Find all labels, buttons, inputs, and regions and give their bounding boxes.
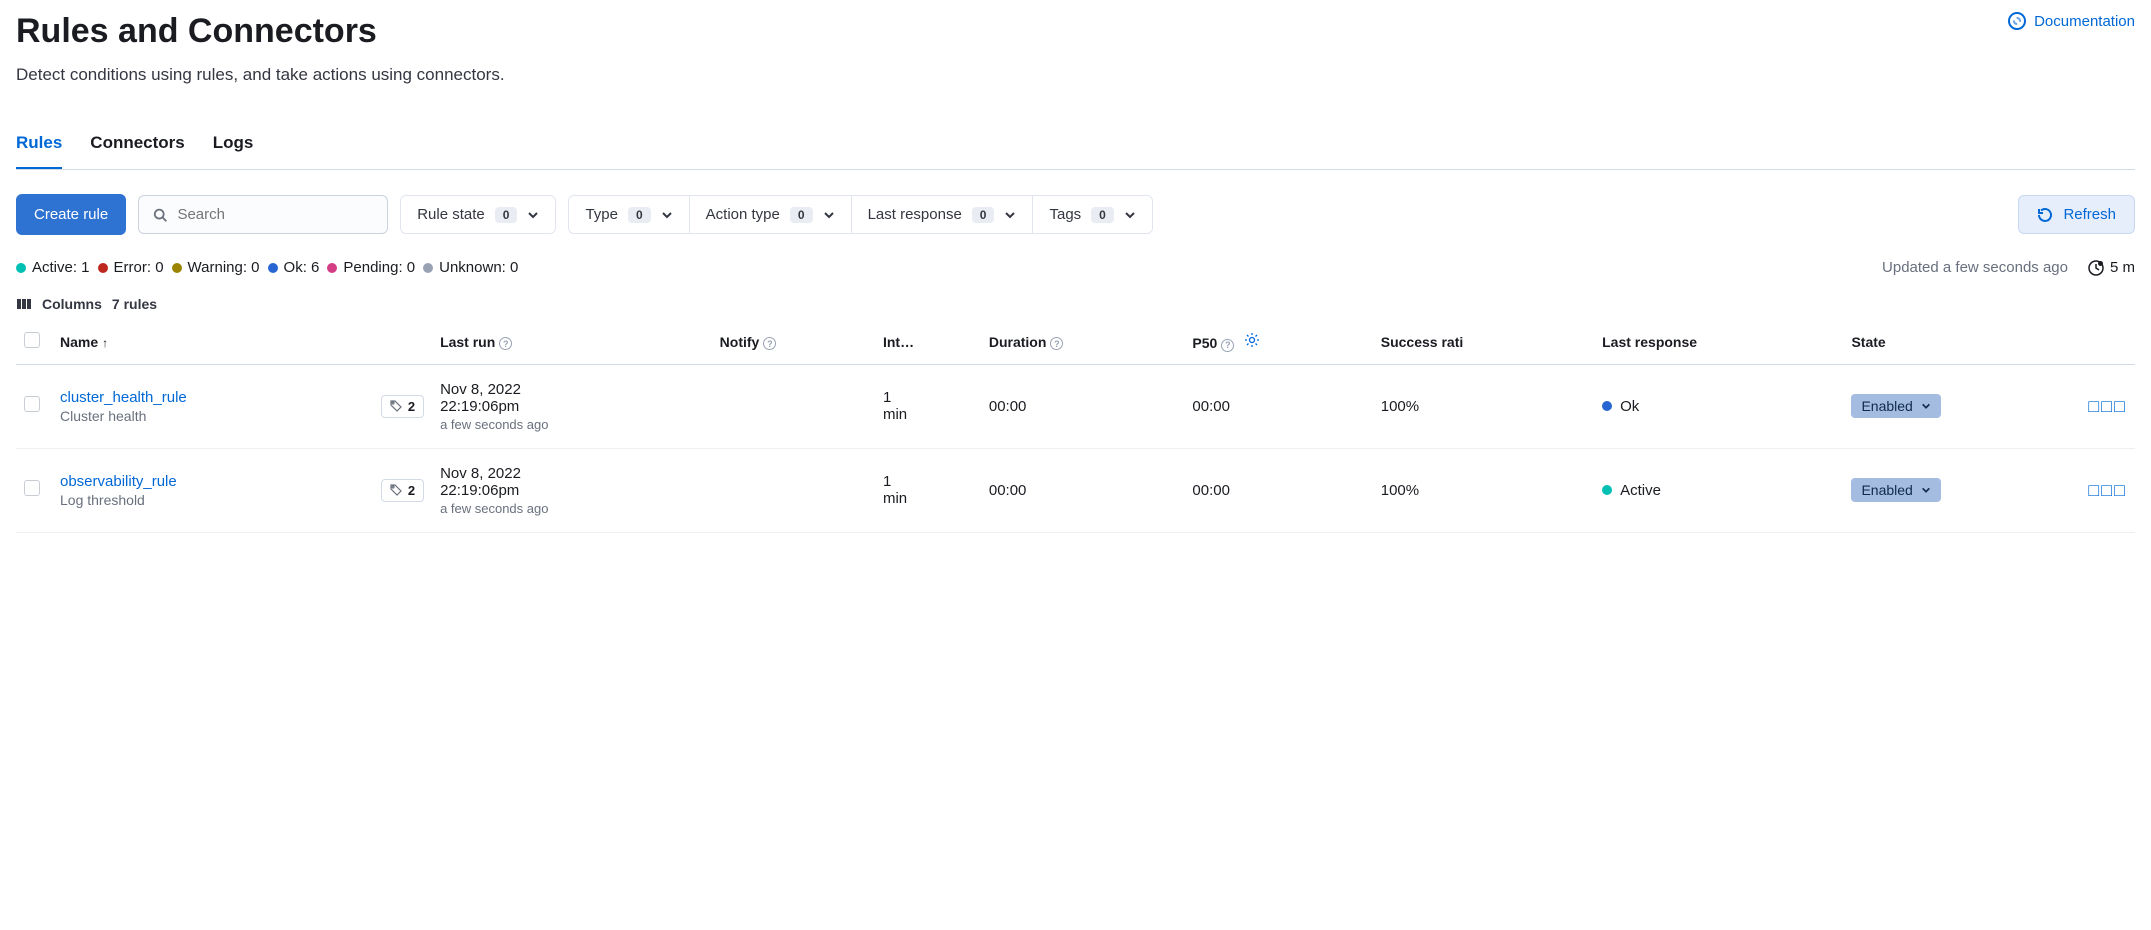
cell-duration: 00:00 xyxy=(981,364,1185,448)
row-actions-button[interactable]: □□□ xyxy=(2088,396,2127,416)
chevron-down-icon xyxy=(1921,485,1931,495)
status-active: Active: 1 xyxy=(16,259,90,276)
info-icon: ? xyxy=(499,337,512,350)
columns-button[interactable]: Columns xyxy=(42,296,102,312)
last-run-time: 22:19:06pm xyxy=(440,398,704,415)
row-actions-button[interactable]: □□□ xyxy=(2088,480,2127,500)
chevron-down-icon xyxy=(1921,401,1931,411)
col-notify[interactable]: Notify? xyxy=(712,320,875,364)
cell-success-ratio: 100% xyxy=(1373,448,1594,532)
toolbar: Create rule Rule state0 Type0Action type… xyxy=(16,194,2135,235)
cell-duration: 00:00 xyxy=(981,448,1185,532)
row-checkbox[interactable] xyxy=(24,396,40,412)
filter-action-type[interactable]: Action type0 xyxy=(690,196,852,233)
last-run-relative: a few seconds ago xyxy=(440,501,704,516)
select-all-checkbox[interactable] xyxy=(24,332,40,348)
cell-last-response: Ok xyxy=(1594,364,1843,448)
filter-type[interactable]: Type0 xyxy=(569,196,689,233)
chevron-down-icon xyxy=(1004,209,1016,221)
help-icon xyxy=(2008,12,2026,30)
clock-icon xyxy=(2088,260,2104,276)
col-state[interactable]: State xyxy=(1843,320,2080,364)
cell-interval: 1min xyxy=(875,448,981,532)
chevron-down-icon xyxy=(661,209,673,221)
status-ok: Ok: 6 xyxy=(268,259,320,276)
col-duration[interactable]: Duration? xyxy=(981,320,1185,364)
col-p50[interactable]: P50? xyxy=(1184,320,1372,364)
refresh-label: Refresh xyxy=(2063,206,2116,223)
search-container[interactable] xyxy=(138,195,388,234)
chevron-down-icon xyxy=(527,209,539,221)
updated-text: Updated a few seconds ago xyxy=(1882,259,2068,276)
rules-count: 7 rules xyxy=(112,296,157,312)
info-icon: ? xyxy=(763,337,776,350)
last-run-relative: a few seconds ago xyxy=(440,417,704,432)
filter-last-response[interactable]: Last response0 xyxy=(852,196,1034,233)
search-icon xyxy=(153,207,167,223)
tab-logs[interactable]: Logs xyxy=(213,123,254,169)
info-icon: ? xyxy=(1050,337,1063,350)
chevron-down-icon xyxy=(1124,209,1136,221)
chevron-down-icon xyxy=(823,209,835,221)
last-run-time: 22:19:06pm xyxy=(440,482,704,499)
interval-text: 5 m xyxy=(2110,259,2135,276)
status-error: Error: 0 xyxy=(98,259,164,276)
row-checkbox[interactable] xyxy=(24,480,40,496)
documentation-link[interactable]: Documentation xyxy=(2008,12,2135,30)
documentation-label: Documentation xyxy=(2034,13,2135,30)
cell-p50: 00:00 xyxy=(1184,448,1372,532)
status-unknown: Unknown: 0 xyxy=(423,259,518,276)
search-input[interactable] xyxy=(177,206,373,223)
state-badge[interactable]: Enabled xyxy=(1851,394,1940,418)
col-interval[interactable]: Int… xyxy=(875,320,981,364)
cell-interval: 1min xyxy=(875,364,981,448)
col-last-run[interactable]: Last run? xyxy=(432,320,712,364)
auto-refresh-interval[interactable]: 5 m xyxy=(2088,259,2135,276)
last-run-date: Nov 8, 2022 xyxy=(440,465,704,482)
page-title: Rules and Connectors xyxy=(16,12,377,51)
table-row: observability_rule Log threshold 2 Nov 8, 2… xyxy=(16,448,2135,532)
cell-last-response: Active xyxy=(1594,448,1843,532)
columns-icon xyxy=(16,296,32,312)
info-icon: ? xyxy=(1221,339,1234,352)
table-meta: Columns 7 rules xyxy=(16,296,2135,312)
tag-icon xyxy=(390,484,402,496)
col-last-response[interactable]: Last response xyxy=(1594,320,1843,364)
sort-asc-icon: ↑ xyxy=(102,336,108,350)
tabs: Rules Connectors Logs xyxy=(16,123,2135,170)
col-name[interactable]: Name↑ xyxy=(52,320,373,364)
filter-rule-state[interactable]: Rule state0 xyxy=(401,196,555,233)
tag-count[interactable]: 2 xyxy=(381,479,424,502)
refresh-icon xyxy=(2037,207,2053,223)
rule-type: Log threshold xyxy=(60,492,365,508)
tag-icon xyxy=(390,400,402,412)
table-row: cluster_health_rule Cluster health 2 Nov 8,… xyxy=(16,364,2135,448)
cell-success-ratio: 100% xyxy=(1373,364,1594,448)
rule-name-link[interactable]: observability_rule xyxy=(60,473,365,490)
status-warning: Warning: 0 xyxy=(172,259,260,276)
gear-icon[interactable] xyxy=(1244,332,1260,348)
rule-name-link[interactable]: cluster_health_rule xyxy=(60,389,365,406)
tag-count[interactable]: 2 xyxy=(381,395,424,418)
refresh-button[interactable]: Refresh xyxy=(2018,195,2135,234)
cell-p50: 00:00 xyxy=(1184,364,1372,448)
status-pending: Pending: 0 xyxy=(327,259,415,276)
tab-rules[interactable]: Rules xyxy=(16,123,62,169)
create-rule-button[interactable]: Create rule xyxy=(16,194,126,235)
filter-tags[interactable]: Tags0 xyxy=(1033,196,1151,233)
status-row: Active: 1 Error: 0 Warning: 0 Ok: 6 Pending:… xyxy=(16,259,2135,276)
page-subtitle: Detect conditions using rules, and take … xyxy=(16,65,2135,85)
last-run-date: Nov 8, 2022 xyxy=(440,381,704,398)
col-success-ratio[interactable]: Success rati xyxy=(1373,320,1594,364)
tab-connectors[interactable]: Connectors xyxy=(90,123,184,169)
state-badge[interactable]: Enabled xyxy=(1851,478,1940,502)
rule-type: Cluster health xyxy=(60,408,365,424)
rules-table: Name↑ Last run? Notify? Int… Duration? P… xyxy=(16,320,2135,533)
